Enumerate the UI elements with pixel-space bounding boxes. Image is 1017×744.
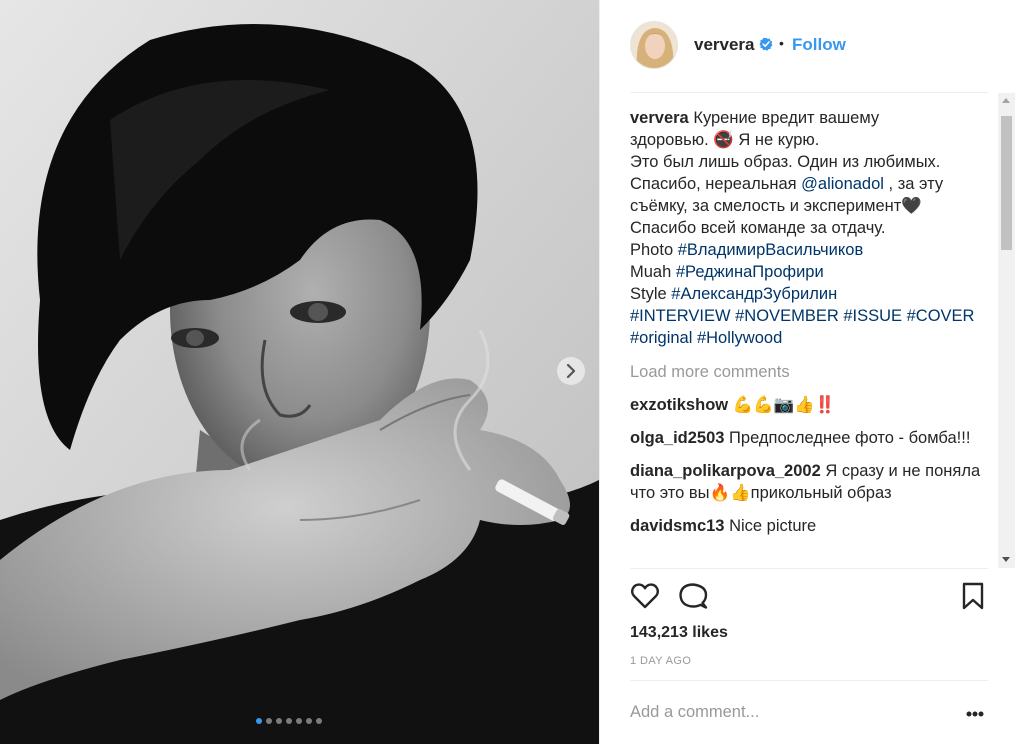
post-photo[interactable]	[0, 0, 599, 744]
hashtag-link[interactable]: #РеджинаПрофири	[676, 263, 824, 281]
actions-divider	[630, 568, 988, 569]
avatar[interactable]	[630, 21, 678, 69]
caption-line: Спасибо, нереальная @alionadol , за эту	[630, 173, 988, 195]
post-details-panel: ververa • Follow ververa Курение вредит …	[599, 0, 1017, 744]
scrollbar-thumb[interactable]	[1001, 116, 1012, 250]
caption-text: Muah	[630, 263, 676, 281]
carousel-dot	[316, 718, 322, 724]
header-username[interactable]: ververa	[694, 35, 755, 55]
caption-line: съёмку, за смелость и эксперимент🖤	[630, 197, 922, 215]
caption-line: здоровью. 🚭 Я не курю.	[630, 131, 820, 149]
follow-button[interactable]: Follow	[792, 35, 846, 55]
comment-bubble-icon[interactable]	[678, 581, 708, 611]
caption-line: ververa Курение вредит вашему	[630, 107, 988, 129]
comment-item: davidsmc13 Nice picture	[630, 515, 988, 537]
caption-text: Style	[630, 285, 672, 303]
heart-outline-icon[interactable]	[630, 581, 660, 611]
hashtag-link[interactable]: #АлександрЗубрилин	[671, 285, 837, 303]
verified-badge-icon	[759, 37, 773, 51]
caption-text: Спасибо, нереальная	[630, 175, 802, 193]
caption-line: Это был лишь образ. Один из любимых.	[630, 153, 941, 171]
carousel-dot	[296, 718, 302, 724]
comments-scrollbar[interactable]	[998, 93, 1015, 568]
comment-item: exzotikshow 💪💪📷👍‼️	[630, 394, 988, 416]
comment-username[interactable]: davidsmc13	[630, 517, 724, 535]
mention-link[interactable]: @alionadol	[801, 175, 884, 193]
likes-count[interactable]: 143,213 likes	[630, 624, 728, 642]
more-options-icon[interactable]	[965, 710, 985, 718]
comment-text: Предпоследнее фото - бомба!!!	[724, 429, 971, 447]
hashtag-link[interactable]: #ВладимирВасильчиков	[678, 241, 864, 259]
carousel-dot	[286, 718, 292, 724]
carousel-indicator	[256, 718, 322, 724]
chevron-right-icon	[566, 364, 576, 378]
post-timestamp: 1 DAY AGO	[630, 655, 692, 667]
post-header: ververa • Follow	[600, 0, 1017, 92]
comments-list: ververa Курение вредит вашему здоровью. …	[630, 107, 988, 569]
header-separator: •	[779, 35, 784, 51]
caption: ververa Курение вредит вашему здоровью. …	[630, 107, 988, 349]
carousel-dot	[256, 718, 262, 724]
caption-text: Photo	[630, 241, 678, 259]
caption-line: Style #АлександрЗубрилин	[630, 283, 988, 305]
caption-line: Muah #РеджинаПрофири	[630, 261, 988, 283]
hashtag-links[interactable]: #original #Hollywood	[630, 327, 988, 349]
load-more-comments-button[interactable]: Load more comments	[630, 361, 988, 383]
comment-box-divider	[630, 680, 988, 681]
comment-username[interactable]: diana_polikarpova_2002	[630, 462, 821, 480]
comment-item: olga_id2503 Предпоследнее фото - бомба!!…	[630, 427, 988, 449]
comment-username[interactable]: exzotikshow	[630, 396, 728, 414]
hashtag-links[interactable]: #INTERVIEW #NOVEMBER #ISSUE #COVER	[630, 305, 988, 327]
caption-username[interactable]: ververa	[630, 109, 689, 127]
bookmark-icon[interactable]	[958, 581, 988, 611]
carousel-dot	[306, 718, 312, 724]
caption-text: Курение вредит вашему	[693, 109, 880, 127]
comment-username[interactable]: olga_id2503	[630, 429, 724, 447]
comment-item: diana_polikarpova_2002 Я сразу и не поня…	[630, 460, 988, 504]
post-photo-image	[0, 0, 599, 744]
carousel-dot	[266, 718, 272, 724]
scroll-up-arrow-icon[interactable]	[1002, 98, 1010, 103]
caption-line: Спасибо всей команде за отдачу.	[630, 219, 886, 237]
header-divider	[630, 92, 988, 93]
caption-text: , за эту	[883, 175, 944, 193]
avatar-image	[631, 22, 677, 68]
scroll-down-arrow-icon[interactable]	[1002, 557, 1010, 562]
carousel-next-button[interactable]	[557, 357, 585, 385]
carousel-dot	[276, 718, 282, 724]
add-comment-input[interactable]: Add a comment...	[630, 703, 759, 722]
comment-text: Nice picture	[724, 517, 817, 535]
comment-text: 💪💪📷👍‼️	[728, 396, 836, 414]
caption-line: Photo #ВладимирВасильчиков	[630, 239, 988, 261]
